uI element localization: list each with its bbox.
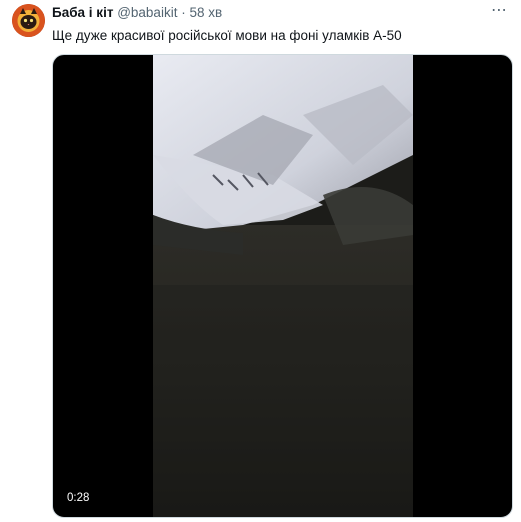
author-handle[interactable]: @babaikit [117, 5, 177, 20]
author-display-name[interactable]: Баба і кіт [52, 5, 113, 20]
more-options-icon[interactable]: ⋯ [491, 3, 507, 19]
tweet-header: Баба і кіт @babaikit · 58 хв [52, 5, 222, 21]
tweet-timestamp[interactable]: 58 хв [189, 5, 222, 20]
video-frame [153, 55, 413, 517]
header-separator: · [181, 5, 186, 20]
avatar[interactable] [12, 4, 45, 37]
cat-avatar-icon [12, 4, 45, 37]
tweet-text: Ще дуже красивої російської мови на фоні… [52, 28, 402, 43]
tweet-card[interactable]: Баба і кіт @babaikit · 58 хв ⋯ Ще дуже к… [0, 0, 521, 522]
video-player[interactable]: 0:28 [52, 54, 513, 518]
video-duration: 0:28 [63, 491, 94, 505]
video-still-image [153, 55, 413, 517]
